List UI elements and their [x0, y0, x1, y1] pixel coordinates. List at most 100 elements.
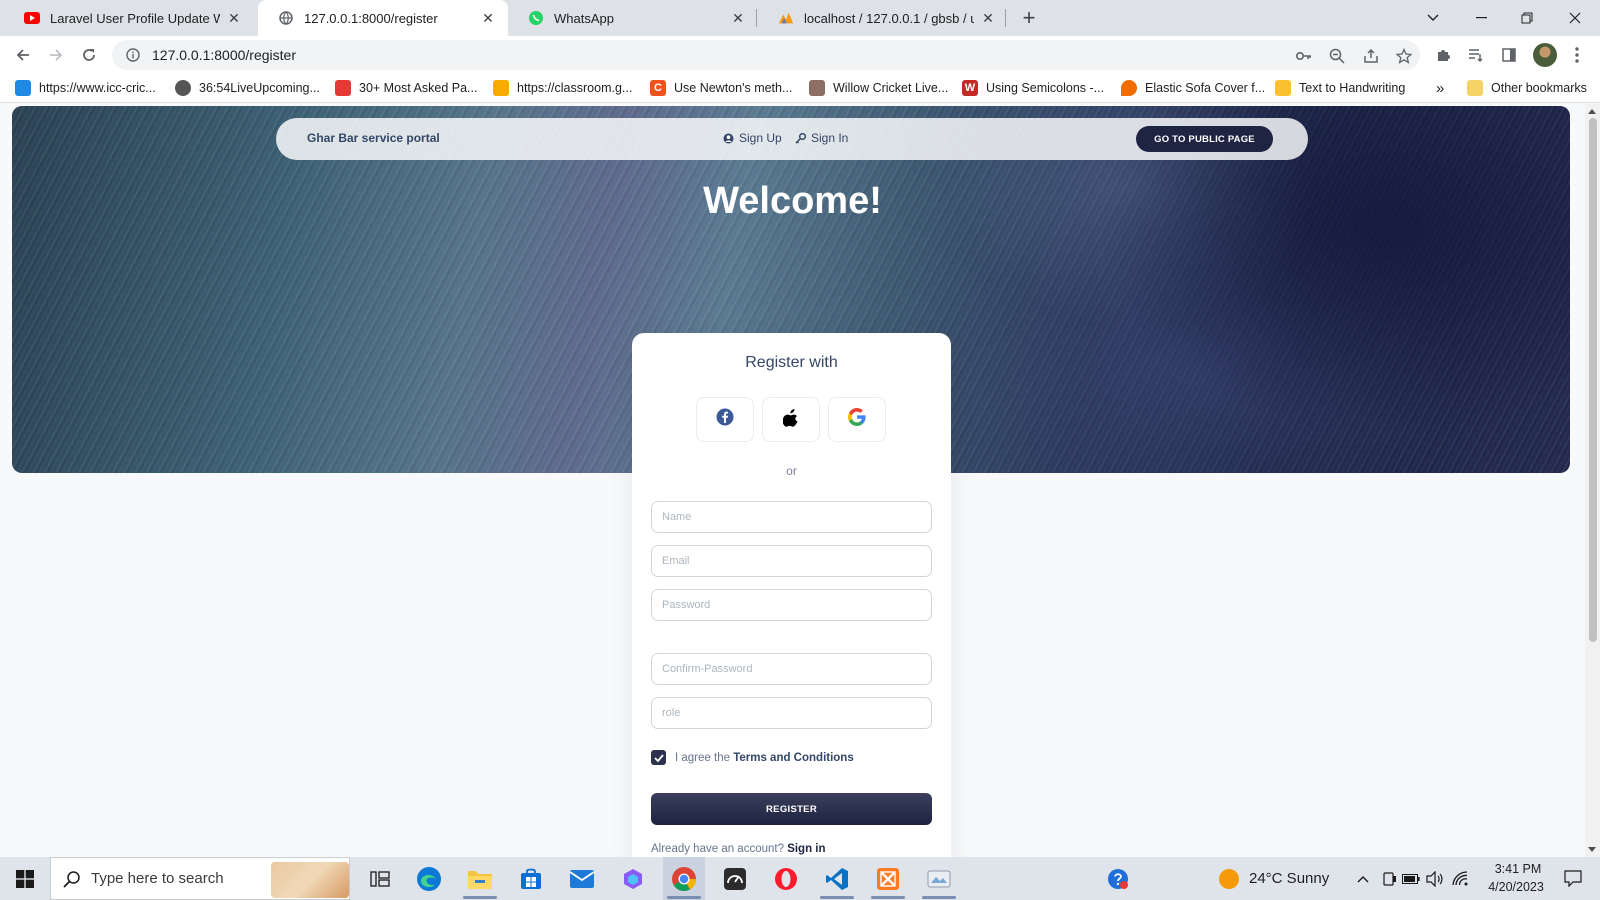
classroom-icon — [493, 80, 509, 96]
page-scrollbar[interactable] — [1585, 104, 1600, 857]
terms-link[interactable]: Terms and Conditions — [733, 752, 854, 764]
tab-title: 127.0.0.1:8000/register — [304, 10, 438, 26]
bookmark-item[interactable]: 36:54LiveUpcoming... — [175, 78, 320, 98]
zoom-icon[interactable] — [1328, 47, 1346, 65]
tab-title: WhatsApp — [554, 10, 614, 26]
confirm-password-input[interactable] — [651, 653, 932, 685]
speedometer-icon[interactable] — [714, 857, 756, 900]
address-bar[interactable]: 127.0.0.1:8000/register — [112, 40, 1420, 70]
battery-icon[interactable] — [1400, 857, 1422, 900]
chrome-icon[interactable] — [663, 857, 705, 900]
bookmark-item[interactable]: Willow Cricket Live... — [809, 78, 948, 98]
bookmark-item[interactable]: Elastic Sofa Cover f... — [1121, 78, 1265, 98]
reading-list-icon[interactable] — [1465, 44, 1487, 66]
terms-checkbox[interactable] — [651, 750, 666, 765]
vscode-icon[interactable] — [816, 857, 858, 900]
side-panel-icon[interactable] — [1498, 44, 1520, 66]
role-input[interactable] — [651, 697, 932, 729]
close-tab-icon[interactable]: ✕ — [730, 10, 746, 26]
meet-now-icon[interactable] — [1378, 857, 1400, 900]
extensions-icon[interactable] — [1432, 44, 1454, 66]
new-tab-button[interactable]: + — [1017, 5, 1041, 30]
other-bookmarks-folder[interactable]: Other bookmarks — [1467, 78, 1587, 98]
globe-icon — [175, 80, 191, 96]
clock-date[interactable]: 4/20/2023 — [1480, 880, 1552, 894]
copilot-icon[interactable] — [612, 857, 654, 900]
chevron-up-icon[interactable] — [1352, 857, 1374, 900]
share-icon[interactable] — [1362, 47, 1380, 65]
tab-phpmyadmin[interactable]: localhost / 127.0.0.1 / gbsb / user ✕ — [758, 0, 1008, 36]
tab-laravel[interactable]: Laravel User Profile Update With ✕ — [4, 0, 254, 36]
more-bookmarks-button[interactable]: » — [1436, 78, 1444, 98]
menu-dots-icon[interactable] — [1566, 44, 1588, 66]
signin-link-bottom[interactable]: Sign in — [787, 843, 825, 855]
bookmark-label: Elastic Sofa Cover f... — [1145, 81, 1266, 95]
signup-link[interactable]: Sign Up — [723, 131, 782, 145]
weather-text[interactable]: 24°C Sunny — [1249, 870, 1329, 887]
scroll-up-arrow[interactable] — [1588, 109, 1596, 114]
email-input[interactable] — [651, 545, 932, 577]
bookmark-item[interactable]: https://classroom.g... — [493, 78, 632, 98]
bookmark-item[interactable]: W Using Semicolons -... — [962, 78, 1104, 98]
welcome-heading: Welcome! — [703, 180, 882, 222]
bookmark-star-icon[interactable] — [1395, 47, 1413, 65]
bookmark-item[interactable]: 30+ Most Asked Pa... — [335, 78, 477, 98]
bookmark-label: https://www.icc-cric... — [39, 81, 156, 95]
opera-icon[interactable] — [765, 857, 807, 900]
tab-search-icon[interactable] — [1410, 0, 1456, 36]
bookmark-label: 36:54LiveUpcoming... — [199, 81, 320, 95]
profile-avatar[interactable] — [1533, 43, 1557, 67]
help-icon[interactable] — [1100, 857, 1136, 900]
name-input[interactable] — [651, 501, 932, 533]
back-button[interactable] — [9, 41, 37, 69]
windows-taskbar: Type here to search 24°C Sunny 3:41 PM 4… — [0, 857, 1600, 900]
wifi-icon[interactable] — [1450, 857, 1472, 900]
snipping-tool-icon[interactable] — [918, 857, 960, 900]
notifications-icon[interactable] — [1555, 857, 1591, 900]
restore-icon[interactable] — [1504, 0, 1550, 36]
reload-button[interactable] — [75, 41, 103, 69]
tab-register[interactable]: 127.0.0.1:8000/register ✕ — [258, 0, 508, 36]
facebook-button[interactable] — [696, 397, 754, 442]
terms-prefix: I agree the — [675, 752, 730, 764]
file-explorer-icon[interactable] — [459, 857, 501, 900]
close-tab-icon[interactable]: ✕ — [226, 10, 242, 26]
volume-icon[interactable] — [1424, 857, 1446, 900]
password-input[interactable] — [651, 589, 932, 621]
minimize-icon[interactable] — [1458, 0, 1504, 36]
taskbar-search[interactable]: Type here to search — [50, 857, 350, 900]
register-button[interactable]: REGISTER — [651, 793, 932, 825]
bookmark-item[interactable]: https://www.icc-cric... — [15, 78, 156, 98]
register-title: Register with — [745, 354, 838, 371]
brand-name[interactable]: Ghar Bar service portal — [307, 131, 440, 145]
site-info-icon[interactable] — [124, 46, 142, 64]
signin-link[interactable]: Sign In — [795, 131, 848, 145]
task-view-icon[interactable] — [360, 857, 400, 900]
key-icon[interactable] — [1295, 47, 1313, 65]
forward-button[interactable] — [42, 41, 70, 69]
scrollbar-thumb[interactable] — [1589, 118, 1597, 642]
whatsapp-icon — [528, 10, 544, 26]
scroll-down-arrow[interactable] — [1588, 847, 1596, 852]
apple-button[interactable] — [762, 397, 820, 442]
bookmark-label: Use Newton's meth... — [674, 81, 793, 95]
mail-icon[interactable] — [561, 857, 603, 900]
google-button[interactable] — [828, 397, 886, 442]
xampp-icon[interactable] — [867, 857, 909, 900]
register-card: Register with or Name Email role I agree… — [632, 333, 951, 857]
clock-time[interactable]: 3:41 PM — [1487, 862, 1549, 876]
bookmarks-bar: https://www.icc-cric... 36:54LiveUpcomin… — [0, 74, 1600, 103]
edge-icon[interactable] — [408, 857, 450, 900]
store-icon[interactable] — [510, 857, 552, 900]
running-indicator — [820, 896, 854, 899]
close-tab-icon[interactable]: ✕ — [980, 10, 996, 26]
go-to-public-page-button[interactable]: GO TO PUBLIC PAGE — [1136, 126, 1273, 152]
tab-whatsapp[interactable]: WhatsApp ✕ — [508, 0, 758, 36]
close-window-icon[interactable] — [1552, 0, 1598, 36]
bookmark-item[interactable]: Text to Handwriting — [1275, 78, 1405, 98]
windows-start-icon[interactable] — [8, 857, 42, 900]
tab-separator — [756, 9, 757, 27]
or-divider: or — [786, 464, 797, 478]
close-tab-icon[interactable]: ✕ — [480, 10, 496, 26]
bookmark-item[interactable]: C Use Newton's meth... — [650, 78, 792, 98]
